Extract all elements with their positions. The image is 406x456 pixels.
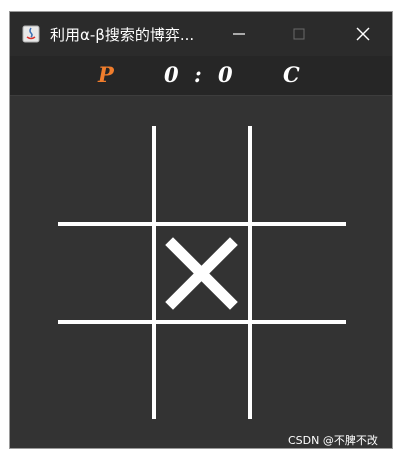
java-app-icon: [22, 25, 40, 43]
cell-6[interactable]: [60, 324, 152, 418]
game-board-area: [10, 96, 392, 448]
player-score: 0: [164, 62, 179, 87]
cell-8[interactable]: [252, 324, 344, 418]
grid-line-horizontal-2: [58, 320, 346, 324]
tic-tac-toe-board: [58, 126, 346, 419]
computer-score: 0: [218, 62, 233, 87]
cell-7[interactable]: [156, 324, 248, 418]
game-window: 利用α-β搜索的博弈... P 0 : 0 C: [10, 12, 392, 448]
computer-label: C: [283, 62, 300, 87]
window-title: 利用α-β搜索的博弈...: [50, 26, 195, 44]
cell-2[interactable]: [252, 128, 344, 222]
score-separator: :: [194, 62, 202, 87]
grid-line-vertical-1: [152, 126, 156, 419]
player-label: P: [98, 62, 114, 87]
close-button[interactable]: [336, 12, 390, 56]
minimize-button[interactable]: [212, 12, 266, 56]
title-bar[interactable]: 利用α-β搜索的博弈...: [10, 12, 392, 56]
cell-5[interactable]: [252, 226, 344, 320]
cell-3[interactable]: [60, 226, 152, 320]
cell-4[interactable]: [156, 226, 248, 320]
maximize-icon: [293, 28, 305, 40]
cell-1[interactable]: [156, 128, 248, 222]
csdn-watermark: CSDN @不脾不改: [288, 434, 378, 447]
maximize-button[interactable]: [272, 12, 326, 56]
score-bar: P 0 : 0 C: [10, 56, 392, 96]
cell-0[interactable]: [60, 128, 152, 222]
close-icon: [356, 27, 370, 41]
grid-line-vertical-2: [248, 126, 252, 419]
minimize-icon: [233, 33, 245, 35]
grid-line-horizontal-1: [58, 222, 346, 226]
